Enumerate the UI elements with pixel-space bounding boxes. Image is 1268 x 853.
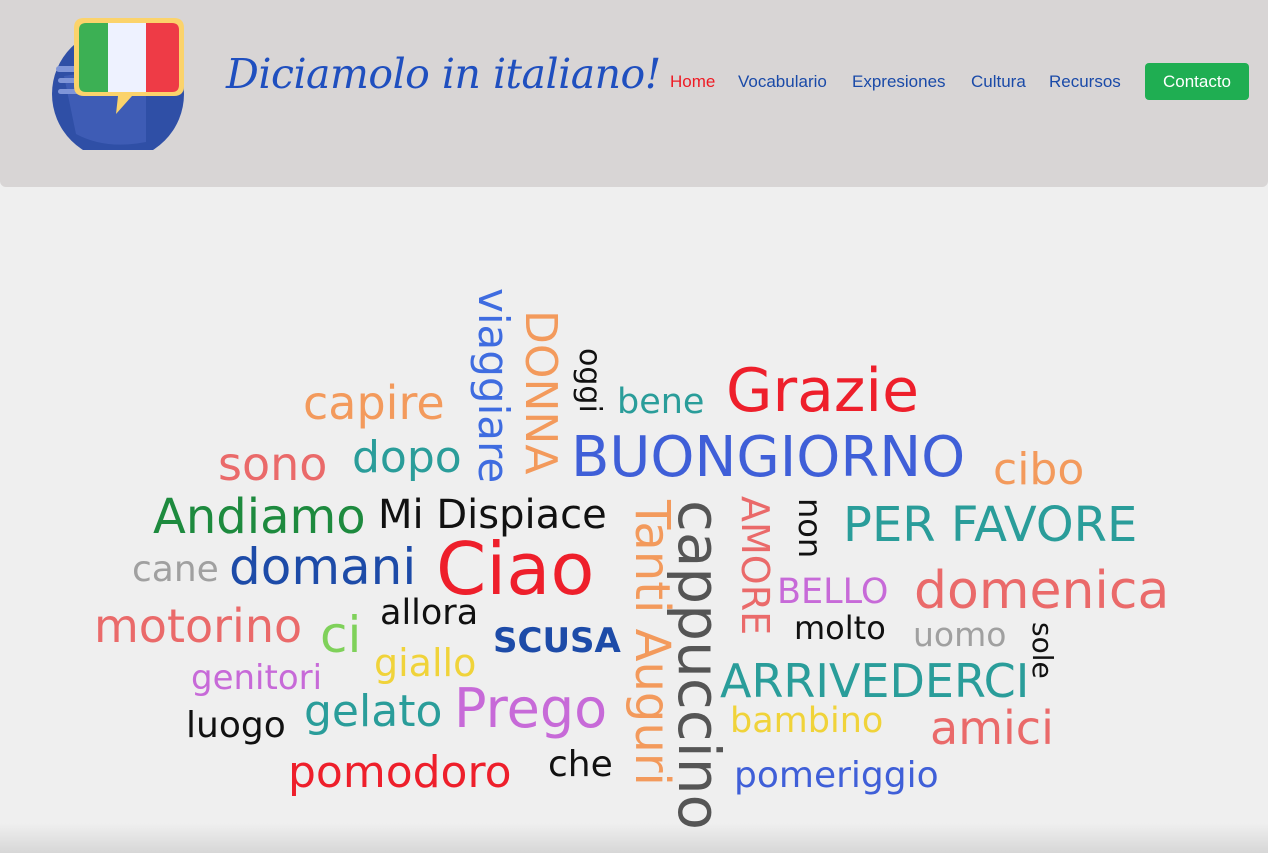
word-viaggiare: viaggiare: [469, 288, 518, 484]
word-prego: Prego: [454, 677, 608, 740]
word-molto: molto: [794, 609, 886, 647]
word-bambino: bambino: [730, 701, 884, 741]
word-donna: DONNA: [515, 310, 566, 475]
word-uomo: uomo: [913, 615, 1007, 654]
italian-flag-speech-bubble-icon[interactable]: [46, 14, 188, 150]
word-scusa: SCUSA: [493, 621, 621, 661]
word-bene: bene: [617, 382, 705, 422]
word-allora: allora: [380, 593, 479, 633]
word-sono: sono: [218, 437, 328, 491]
word-sole: sole: [1026, 622, 1059, 679]
nav-recursos[interactable]: Recursos: [1049, 72, 1121, 92]
word-che: che: [548, 744, 613, 785]
word-buongiorno: BUONGIORNO: [571, 425, 966, 490]
page-bottom-shadow: [0, 823, 1268, 853]
word-amore: AMORE: [733, 496, 777, 636]
word-grazie: Grazie: [726, 356, 920, 426]
word-amici: amici: [930, 701, 1054, 755]
site-title[interactable]: Diciamolo in italiano!: [226, 50, 661, 98]
nav-cultura[interactable]: Cultura: [971, 72, 1026, 92]
site-header: Diciamolo in italiano! Home Vocabulario …: [0, 0, 1268, 187]
word-per-favore: PER FAVORE: [843, 497, 1138, 553]
word-non: non: [791, 498, 829, 559]
word-ci: ci: [320, 606, 362, 664]
word-genitori: genitori: [191, 658, 323, 698]
word-cibo: cibo: [993, 444, 1085, 495]
word-capire: capire: [303, 376, 445, 430]
word-cloud: viaggiare DONNA oggi Tanti Auguri cappuc…: [0, 188, 1268, 853]
word-oggi: oggi: [572, 348, 607, 413]
nav-home[interactable]: Home: [670, 72, 715, 92]
word-arrivederci: ARRIVEDERCI: [720, 654, 1030, 708]
nav-vocabulario[interactable]: Vocabulario: [738, 72, 827, 92]
contact-button[interactable]: Contacto: [1145, 63, 1249, 100]
word-luogo: luogo: [186, 705, 286, 746]
word-pomeriggio: pomeriggio: [734, 755, 939, 796]
word-bello: BELLO: [777, 572, 889, 612]
word-gelato: gelato: [304, 686, 443, 737]
word-andiamo: Andiamo: [153, 489, 366, 545]
word-cane: cane: [132, 549, 219, 590]
word-pomodoro: pomodoro: [288, 747, 512, 798]
word-dopo: dopo: [352, 432, 462, 483]
nav-expresiones[interactable]: Expresiones: [852, 72, 946, 92]
word-domani: domani: [229, 538, 417, 596]
word-domenica: domenica: [914, 561, 1170, 621]
word-motorino: motorino: [94, 599, 303, 653]
